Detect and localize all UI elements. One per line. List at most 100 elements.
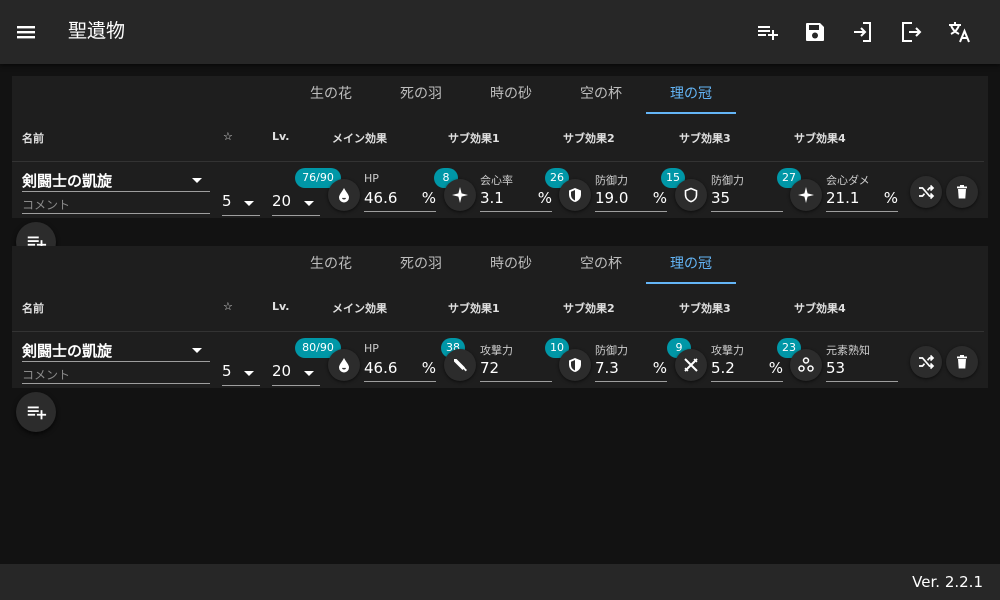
stars-select[interactable]: 5 <box>222 190 260 216</box>
divider <box>12 161 984 162</box>
sub4-unit: % <box>883 189 898 207</box>
header-level: Lv. <box>272 300 290 313</box>
header-name: 名前 <box>22 302 44 315</box>
tab-circlet[interactable]: 理の冠 <box>646 246 736 284</box>
sub4-value: 53 <box>826 359 846 377</box>
level-select[interactable]: 20 <box>272 360 320 386</box>
sub1-value: 72 <box>480 359 500 377</box>
header-sub1: サブ効果1 <box>448 132 500 145</box>
shuffle-icon <box>919 184 935 200</box>
chevron-down-icon <box>192 348 202 353</box>
tab-circlet[interactable]: 理の冠 <box>646 76 736 114</box>
chevron-down-icon <box>304 201 314 206</box>
comment-field[interactable]: コメント <box>22 194 210 214</box>
export-icon[interactable] <box>897 18 925 46</box>
delete-button[interactable] <box>946 176 978 208</box>
slot-tabs: 生の花 死の羽 時の砂 空の杯 理の冠 <box>286 246 736 284</box>
def-shield-icon[interactable] <box>559 179 591 211</box>
artifact-name: 剣闘士の凱旋 <box>22 172 113 190</box>
chevron-down-icon <box>192 178 202 183</box>
crit-sparkle-icon[interactable] <box>444 179 476 211</box>
tab-plume[interactable]: 死の羽 <box>376 76 466 114</box>
trash-icon <box>957 185 967 199</box>
hp-drop-icon[interactable] <box>328 349 360 381</box>
header-level: Lv. <box>272 130 290 143</box>
level-value: 20 <box>272 362 292 380</box>
save-icon[interactable] <box>801 18 829 46</box>
chevron-down-icon <box>244 201 254 206</box>
sub1-value: 3.1 <box>480 189 504 207</box>
stars-value: 5 <box>222 362 232 380</box>
sub2-field[interactable]: 7.3 % <box>595 356 667 382</box>
atk-sword-icon[interactable] <box>444 349 476 381</box>
tab-plume[interactable]: 死の羽 <box>376 246 466 284</box>
sub3-field[interactable]: 35 <box>711 186 783 212</box>
header-sub1: サブ効果1 <box>448 302 500 315</box>
stars-value: 5 <box>222 192 232 210</box>
add-artifact-button[interactable] <box>16 392 56 432</box>
comment-placeholder: コメント <box>22 198 71 212</box>
tab-flower[interactable]: 生の花 <box>286 246 376 284</box>
level-select[interactable]: 20 <box>272 190 320 216</box>
translate-icon[interactable] <box>945 18 973 46</box>
comment-field[interactable]: コメント <box>22 364 210 384</box>
level-value: 20 <box>272 192 292 210</box>
tab-goblet[interactable]: 空の杯 <box>556 246 646 284</box>
sub2-unit: % <box>652 359 667 377</box>
tab-sands[interactable]: 時の砂 <box>466 76 556 114</box>
version-label: Ver. 2.2.1 <box>912 573 983 591</box>
main-stat-label: HP <box>364 172 379 185</box>
main-stat-label: HP <box>364 342 379 355</box>
sub3-unit: % <box>768 359 783 377</box>
divider <box>12 331 984 332</box>
main-stat-field[interactable]: 46.6 % <box>364 186 436 212</box>
sub1-field[interactable]: 72 <box>480 356 552 382</box>
sub2-value: 7.3 <box>595 359 619 377</box>
delete-button[interactable] <box>946 346 978 378</box>
sub1-field[interactable]: 3.1 % <box>480 186 552 212</box>
def-shield-icon[interactable] <box>559 349 591 381</box>
main-stat-unit: % <box>421 189 436 207</box>
elemental-mastery-icon[interactable] <box>790 349 822 381</box>
import-icon[interactable] <box>848 18 876 46</box>
sub2-value: 19.0 <box>595 189 629 207</box>
tab-goblet[interactable]: 空の杯 <box>556 76 646 114</box>
sub2-field[interactable]: 19.0 % <box>595 186 667 212</box>
sub1-unit: % <box>537 189 552 207</box>
crit-sparkle-icon[interactable] <box>790 179 822 211</box>
main-stat-field[interactable]: 46.6 % <box>364 356 436 382</box>
sub4-field[interactable]: 53 <box>826 356 898 382</box>
tab-sands[interactable]: 時の砂 <box>466 246 556 284</box>
artifact-card: 生の花 死の羽 時の砂 空の杯 理の冠 名前 ☆ Lv. メイン効果 サブ効果1… <box>12 76 988 218</box>
sub4-field[interactable]: 21.1 % <box>826 186 898 212</box>
comment-placeholder: コメント <box>22 368 71 382</box>
chevron-down-icon <box>304 371 314 376</box>
artifact-name-select[interactable]: 剣闘士の凱旋 <box>22 338 210 362</box>
header-main: メイン効果 <box>332 132 387 145</box>
header-sub3: サブ効果3 <box>679 302 731 315</box>
main-stat-unit: % <box>421 359 436 377</box>
hp-drop-icon[interactable] <box>328 179 360 211</box>
page-title: 聖遺物 <box>68 20 126 42</box>
menu-icon[interactable] <box>12 18 40 46</box>
header-name: 名前 <box>22 132 44 145</box>
app-bar: 聖遺物 <box>0 0 1000 64</box>
playlist-add-icon[interactable] <box>753 18 781 46</box>
def-shield-outline-icon[interactable] <box>675 179 707 211</box>
artifact-name-select[interactable]: 剣闘士の凱旋 <box>22 168 210 192</box>
sub3-value: 5.2 <box>711 359 735 377</box>
header-sub2: サブ効果2 <box>563 132 615 145</box>
slot-tabs: 生の花 死の羽 時の砂 空の杯 理の冠 <box>286 76 736 114</box>
header-star: ☆ <box>223 300 233 313</box>
shuffle-icon <box>919 354 935 370</box>
tab-flower[interactable]: 生の花 <box>286 76 376 114</box>
shuffle-button[interactable] <box>910 346 942 378</box>
shuffle-button[interactable] <box>910 176 942 208</box>
sub3-field[interactable]: 5.2 % <box>711 356 783 382</box>
stars-select[interactable]: 5 <box>222 360 260 386</box>
main-stat-value: 46.6 <box>364 189 398 207</box>
sub2-unit: % <box>652 189 667 207</box>
sub3-value: 35 <box>711 189 731 207</box>
header-main: メイン効果 <box>332 302 387 315</box>
atk-crossed-swords-icon[interactable] <box>675 349 707 381</box>
